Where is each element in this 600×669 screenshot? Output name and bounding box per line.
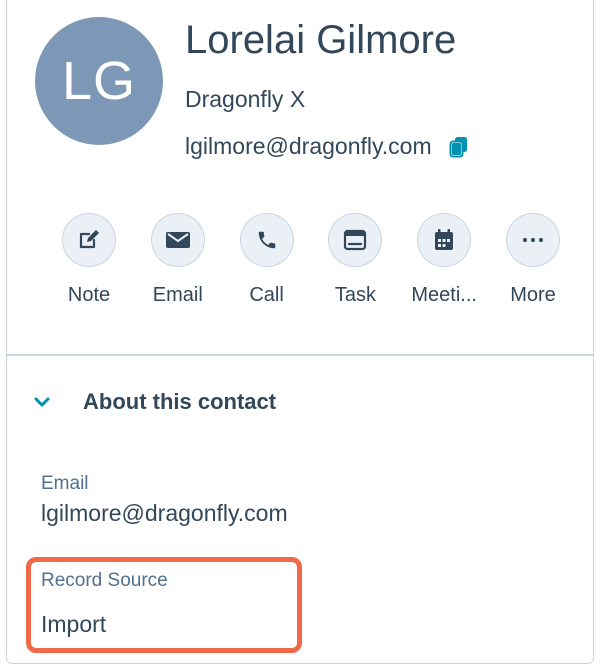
email-label: Email [152,284,203,306]
phone-icon [258,231,275,249]
avatar[interactable]: LG [35,17,163,145]
about-section-toggle[interactable]: About this contact [33,389,276,415]
contact-email-row: lgilmore@dragonfly.com [185,133,470,160]
meeting-action[interactable]: Meeti... [404,213,484,307]
section-divider [7,354,593,356]
email-action[interactable]: Email [138,213,218,307]
chevron-down-icon [34,397,50,407]
contact-email[interactable]: lgilmore@dragonfly.com [185,133,432,160]
note-button[interactable] [62,213,116,267]
contact-card: LG Lorelai Gilmore Dragonfly X lgilmore@… [6,0,594,664]
more-label: More [510,284,556,306]
email-button[interactable] [150,213,205,267]
calendar-icon [435,229,454,250]
email-field-label: Email [41,473,89,494]
contact-company[interactable]: Dragonfly X [185,86,305,113]
call-action[interactable]: Call [227,213,307,307]
call-label: Call [249,284,284,306]
email-field-value[interactable]: lgilmore@dragonfly.com [41,500,288,527]
meeting-button[interactable] [417,213,472,267]
task-button[interactable] [328,213,383,267]
contact-name[interactable]: Lorelai Gilmore [185,18,456,63]
more-action[interactable]: More [493,213,573,307]
meeting-label: Meeti... [411,284,477,306]
more-button[interactable] [505,213,560,267]
task-action[interactable]: Task [315,213,395,307]
note-action[interactable]: Note [49,213,129,307]
task-label: Task [334,284,376,306]
more-dots-icon [522,238,543,242]
copy-icon[interactable] [448,135,470,159]
call-button[interactable] [239,213,294,267]
quick-actions: Note Email Call Task Meeti... More [49,213,573,307]
task-icon [344,229,367,251]
about-section-title: About this contact [83,389,277,414]
note-edit-icon [79,230,99,249]
note-label: Note [67,284,111,306]
record-source-highlight [26,557,302,653]
avatar-initials: LG [61,51,137,111]
envelope-icon [165,232,190,248]
